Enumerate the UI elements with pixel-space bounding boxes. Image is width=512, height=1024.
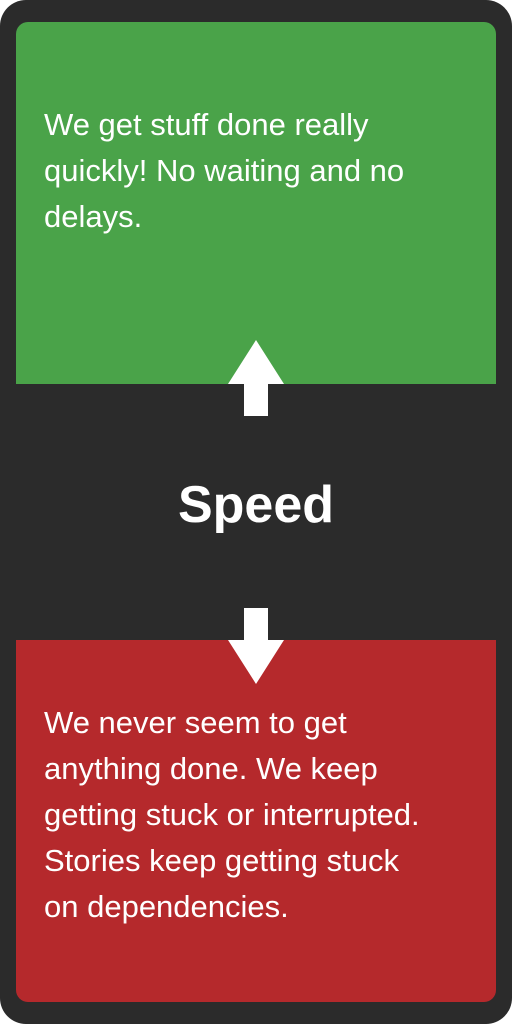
health-check-card: We get stuff done really quickly! No wai… bbox=[0, 0, 512, 1024]
negative-description: We never seem to get anything done. We k… bbox=[44, 705, 420, 924]
negative-panel: We never seem to get anything done. We k… bbox=[16, 640, 496, 1002]
positive-description: We get stuff done really quickly! No wai… bbox=[44, 107, 405, 234]
positive-panel: We get stuff done really quickly! No wai… bbox=[16, 22, 496, 384]
card-title: Speed bbox=[177, 476, 335, 534]
arrow-up-icon bbox=[228, 340, 284, 416]
arrow-down-icon bbox=[228, 608, 284, 684]
